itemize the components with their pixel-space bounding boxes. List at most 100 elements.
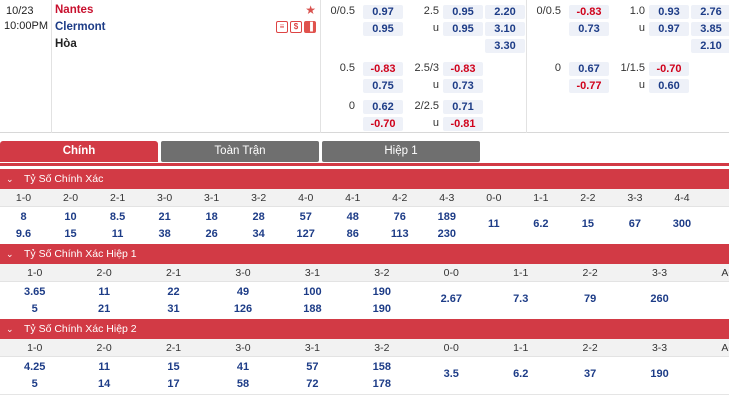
- score-odds[interactable]: 113: [376, 227, 423, 242]
- odds-over[interactable]: 0.93: [649, 5, 689, 19]
- score-odds[interactable]: 126: [208, 302, 277, 317]
- odds-away[interactable]: 0.73: [569, 22, 609, 36]
- score-odds[interactable]: 14: [69, 377, 138, 392]
- odds-under[interactable]: 0.73: [443, 79, 483, 93]
- odds-away[interactable]: 0.75: [363, 79, 403, 93]
- tab-main[interactable]: Chính: [0, 141, 158, 162]
- odds-away[interactable]: -0.70: [363, 117, 403, 131]
- score-odds[interactable]: 158: [347, 360, 416, 375]
- odds-over[interactable]: -0.83: [443, 62, 483, 76]
- score-odds[interactable]: 15: [564, 217, 611, 232]
- dollar-icon[interactable]: $: [290, 21, 302, 33]
- tab-first-half[interactable]: Hiệp 1: [322, 141, 480, 162]
- score-odds[interactable]: 48: [329, 210, 376, 225]
- score-odds[interactable]: 38: [141, 227, 188, 242]
- score-odds[interactable]: 3.65: [0, 285, 69, 300]
- odds-home[interactable]: -0.83: [569, 5, 609, 19]
- section-header[interactable]: ⌄ Tỷ Số Chính Xác Hiệp 2: [0, 319, 729, 339]
- odds-over[interactable]: 0.71: [443, 100, 483, 114]
- score-odds[interactable]: 8: [0, 210, 47, 225]
- score-odds[interactable]: 18: [188, 210, 235, 225]
- score-odds[interactable]: 127: [282, 227, 329, 242]
- away-team[interactable]: Clermont: [55, 21, 105, 33]
- score-odds[interactable]: 72: [278, 377, 347, 392]
- odds-away[interactable]: 0.95: [363, 22, 403, 36]
- odds-under[interactable]: -0.81: [443, 117, 483, 131]
- odds-home[interactable]: -0.83: [363, 62, 403, 76]
- section-header[interactable]: ⌄ Tỷ Số Chính Xác Hiệp 1: [0, 244, 729, 264]
- score-odds[interactable]: 58: [208, 377, 277, 392]
- odds-home[interactable]: 0.67: [569, 62, 609, 76]
- score-odds[interactable]: 300: [658, 217, 705, 232]
- score-odds[interactable]: 79: [555, 292, 624, 307]
- score-odds[interactable]: 37: [555, 367, 624, 382]
- odds-under[interactable]: 0.60: [649, 79, 689, 93]
- list-icon[interactable]: ≡: [276, 21, 288, 33]
- score-odds[interactable]: 21: [141, 210, 188, 225]
- tab-full-match[interactable]: Toàn Trận: [161, 141, 319, 162]
- total-line: 1/1.5: [620, 62, 645, 74]
- score-odds[interactable]: 11: [69, 285, 138, 300]
- odds-1x2[interactable]: 2.76: [691, 5, 729, 19]
- score-odds[interactable]: 31: [139, 302, 208, 317]
- score-odds[interactable]: 57: [278, 360, 347, 375]
- score-odds[interactable]: 15: [47, 227, 94, 242]
- odds-away[interactable]: -0.77: [569, 79, 609, 93]
- odds-over[interactable]: -0.70: [649, 62, 689, 76]
- score-odds[interactable]: 8.5: [94, 210, 141, 225]
- odds-1x2[interactable]: 3.10: [485, 22, 525, 36]
- score-odds[interactable]: 21: [69, 302, 138, 317]
- odds-over[interactable]: 0.95: [443, 5, 483, 19]
- score-odds[interactable]: 9.6: [0, 227, 47, 242]
- score-odds[interactable]: 5: [0, 302, 69, 317]
- odds-home[interactable]: 0.97: [363, 5, 403, 19]
- section-header[interactable]: ⌄ Tỷ Số Chính Xác: [0, 169, 729, 189]
- odds-1x2[interactable]: 3.30: [485, 39, 525, 53]
- score-odds[interactable]: 41: [208, 360, 277, 375]
- score-odds[interactable]: 3.5: [417, 367, 486, 382]
- score-odds[interactable]: 190: [625, 367, 694, 382]
- score-odds[interactable]: 230: [423, 227, 470, 242]
- score-odds[interactable]: 189: [423, 210, 470, 225]
- score-odds[interactable]: 2.67: [417, 292, 486, 307]
- score-odds[interactable]: 86: [329, 227, 376, 242]
- score-odds[interactable]: 49: [208, 285, 277, 300]
- odds-under[interactable]: 0.97: [649, 22, 689, 36]
- odds-1x2[interactable]: 3.85: [691, 22, 729, 36]
- score-odds[interactable]: 11: [94, 227, 141, 242]
- score-odds[interactable]: 7.3: [486, 292, 555, 307]
- star-icon[interactable]: ★: [305, 3, 316, 17]
- score-odds[interactable]: 76: [376, 210, 423, 225]
- score-odds[interactable]: 11: [69, 360, 138, 375]
- score-odds[interactable]: 260: [625, 292, 694, 307]
- score-odds[interactable]: 190: [347, 285, 416, 300]
- score-odds[interactable]: 6.2: [517, 217, 564, 232]
- score-odds[interactable]: 178: [347, 377, 416, 392]
- score-odds[interactable]: 10: [47, 210, 94, 225]
- odds-1x2[interactable]: 2.20: [485, 5, 525, 19]
- score-odds[interactable]: 100: [278, 285, 347, 300]
- score-odds[interactable]: 11: [470, 217, 517, 232]
- score-odds[interactable]: 34: [235, 227, 282, 242]
- stats-icon[interactable]: ▐: [304, 21, 316, 33]
- section-title: Tỷ Số Chính Xác Hiệp 2: [24, 323, 137, 335]
- score-odds[interactable]: 67: [611, 217, 658, 232]
- score-odds[interactable]: 6.2: [486, 367, 555, 382]
- home-team[interactable]: Nantes: [55, 4, 93, 16]
- odds-home[interactable]: 0.62: [363, 100, 403, 114]
- score-odds[interactable]: 188: [278, 302, 347, 317]
- score-odds[interactable]: 15: [139, 360, 208, 375]
- score-odds[interactable]: 5: [0, 377, 69, 392]
- odds-under[interactable]: 0.95: [443, 22, 483, 36]
- under-label: u: [638, 79, 645, 91]
- odds-1x2[interactable]: 2.10: [691, 39, 729, 53]
- score-odds[interactable]: 17: [139, 377, 208, 392]
- score-odds[interactable]: 57: [282, 210, 329, 225]
- score-odds[interactable]: 190: [347, 302, 416, 317]
- score-odds[interactable]: 4.25: [0, 360, 69, 375]
- score-odds[interactable]: 26: [188, 227, 235, 242]
- score-odds[interactable]: 22: [139, 285, 208, 300]
- handicap-line: 0: [554, 62, 561, 74]
- score-odds[interactable]: 28: [235, 210, 282, 225]
- score-label: 3-0: [235, 342, 251, 354]
